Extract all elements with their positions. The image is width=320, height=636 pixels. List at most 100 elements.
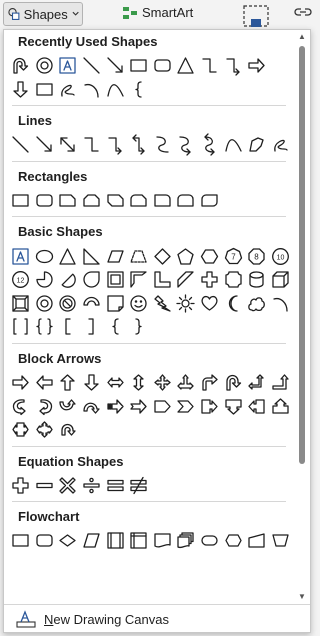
triangle-icon[interactable] xyxy=(56,244,80,268)
rectangle-icon[interactable] xyxy=(9,189,33,213)
link-icon[interactable] xyxy=(294,5,312,19)
right-bracket-icon[interactable] xyxy=(80,315,104,339)
frame-icon[interactable] xyxy=(103,268,127,292)
freeform-scribble-icon[interactable] xyxy=(56,78,80,102)
screenshot-icon[interactable] xyxy=(243,5,271,29)
elbow-connector-icon[interactable] xyxy=(198,54,222,78)
bent-arrow-icon[interactable] xyxy=(198,371,222,395)
multiply-icon[interactable] xyxy=(56,474,80,498)
cloud-icon[interactable] xyxy=(245,292,269,316)
pentagon-icon[interactable] xyxy=(174,244,198,268)
line-icon[interactable] xyxy=(9,133,33,157)
teardrop-icon[interactable] xyxy=(80,268,104,292)
not-equal-icon[interactable] xyxy=(127,474,151,498)
scroll-down-arrow-icon[interactable]: ▼ xyxy=(297,592,307,602)
alternate-process-icon[interactable] xyxy=(33,529,57,553)
curved-up-arrow-icon[interactable] xyxy=(56,394,80,418)
multidocument-icon[interactable] xyxy=(174,529,198,553)
cross-icon[interactable] xyxy=(198,268,222,292)
snip-diagonal-icon[interactable] xyxy=(103,189,127,213)
process-icon[interactable] xyxy=(9,529,33,553)
elbow-connector-icon[interactable] xyxy=(80,133,104,157)
bent-up-arrow-icon[interactable] xyxy=(269,371,293,395)
terminator-icon[interactable] xyxy=(198,529,222,553)
division-icon[interactable] xyxy=(80,474,104,498)
parallelogram-icon[interactable] xyxy=(103,244,127,268)
decagon-10-icon[interactable]: 10 xyxy=(269,244,293,268)
curve-icon[interactable] xyxy=(103,78,127,102)
decision-icon[interactable] xyxy=(56,529,80,553)
arrow-line-icon[interactable] xyxy=(33,133,57,157)
vertical-scrollbar[interactable]: ▲ ▼ xyxy=(296,32,308,602)
chord-icon[interactable] xyxy=(56,268,80,292)
diagonal-stripe-icon[interactable] xyxy=(174,268,198,292)
round-single-corner-icon[interactable] xyxy=(151,189,175,213)
pentagon-arrow-icon[interactable] xyxy=(151,394,175,418)
left-arrow-callout-icon[interactable] xyxy=(245,394,269,418)
double-bracket-icon[interactable] xyxy=(9,315,33,339)
line-icon[interactable] xyxy=(80,54,104,78)
donut-icon[interactable] xyxy=(33,292,57,316)
right-arrow-callout-icon[interactable] xyxy=(198,394,222,418)
left-right-up-arrow-icon[interactable] xyxy=(174,371,198,395)
document-icon[interactable] xyxy=(151,529,175,553)
dodecagon-12-icon[interactable]: 12 xyxy=(9,268,33,292)
sun-icon[interactable] xyxy=(174,292,198,316)
u-turn-arrow-icon[interactable] xyxy=(9,54,33,78)
right-arrow-icon[interactable] xyxy=(9,371,33,395)
trapezoid-icon[interactable] xyxy=(127,244,151,268)
elbow-arrow-connector-icon[interactable] xyxy=(103,133,127,157)
text-box-icon[interactable] xyxy=(56,54,80,78)
rounded-rectangle-icon[interactable] xyxy=(33,189,57,213)
half-frame-icon[interactable] xyxy=(127,268,151,292)
smiley-face-icon[interactable] xyxy=(127,292,151,316)
quad-arrow-callout-icon[interactable] xyxy=(33,418,57,442)
arc-icon[interactable] xyxy=(80,78,104,102)
scribble-icon[interactable] xyxy=(269,133,293,157)
triangle-icon[interactable] xyxy=(174,54,198,78)
round-same-side-icon[interactable] xyxy=(174,189,198,213)
curved-right-arrow-icon[interactable] xyxy=(9,394,33,418)
no-symbol-icon[interactable] xyxy=(56,292,80,316)
heptagon-7-icon[interactable]: 7 xyxy=(221,244,245,268)
chevron-icon[interactable] xyxy=(174,394,198,418)
snip-same-side-icon[interactable] xyxy=(80,189,104,213)
arrow-line-icon[interactable] xyxy=(103,54,127,78)
left-arrow-icon[interactable] xyxy=(33,371,57,395)
new-drawing-canvas-button[interactable]: New Drawing Canvas xyxy=(4,604,310,632)
can-icon[interactable] xyxy=(245,268,269,292)
diamond-icon[interactable] xyxy=(151,244,175,268)
snip-corner-icon[interactable] xyxy=(33,78,57,102)
preparation-icon[interactable] xyxy=(221,529,245,553)
lightning-bolt-icon[interactable] xyxy=(151,292,175,316)
plus-icon[interactable] xyxy=(9,474,33,498)
u-turn-arrow-icon[interactable] xyxy=(221,371,245,395)
left-right-arrow-icon[interactable] xyxy=(103,371,127,395)
snip-single-corner-icon[interactable] xyxy=(56,189,80,213)
right-arrow-icon[interactable] xyxy=(245,54,269,78)
plaque-icon[interactable] xyxy=(221,268,245,292)
l-shape-icon[interactable] xyxy=(151,268,175,292)
double-arrow-line-icon[interactable] xyxy=(56,133,80,157)
left-bracket-icon[interactable] xyxy=(56,315,80,339)
manual-input-icon[interactable] xyxy=(245,529,269,553)
minus-icon[interactable] xyxy=(33,474,57,498)
right-triangle-icon[interactable] xyxy=(80,244,104,268)
moon-icon[interactable] xyxy=(221,292,245,316)
smartart-button[interactable]: SmartArt xyxy=(122,5,193,20)
oval-icon[interactable] xyxy=(33,244,57,268)
internal-storage-icon[interactable] xyxy=(127,529,151,553)
bevel-icon[interactable] xyxy=(9,292,33,316)
scroll-up-arrow-icon[interactable]: ▲ xyxy=(297,32,307,42)
up-down-arrow-icon[interactable] xyxy=(127,371,151,395)
round-diagonal-icon[interactable] xyxy=(198,189,222,213)
donut-icon[interactable] xyxy=(33,54,57,78)
cube-icon[interactable] xyxy=(269,268,293,292)
pie-icon[interactable] xyxy=(33,268,57,292)
rounded-rectangle-icon[interactable] xyxy=(151,54,175,78)
down-arrow-icon[interactable] xyxy=(9,78,33,102)
text-box-icon[interactable] xyxy=(9,244,33,268)
curved-connector-icon[interactable] xyxy=(151,133,175,157)
elbow-arrow-connector-icon[interactable] xyxy=(221,54,245,78)
manual-operation-icon[interactable] xyxy=(269,529,293,553)
